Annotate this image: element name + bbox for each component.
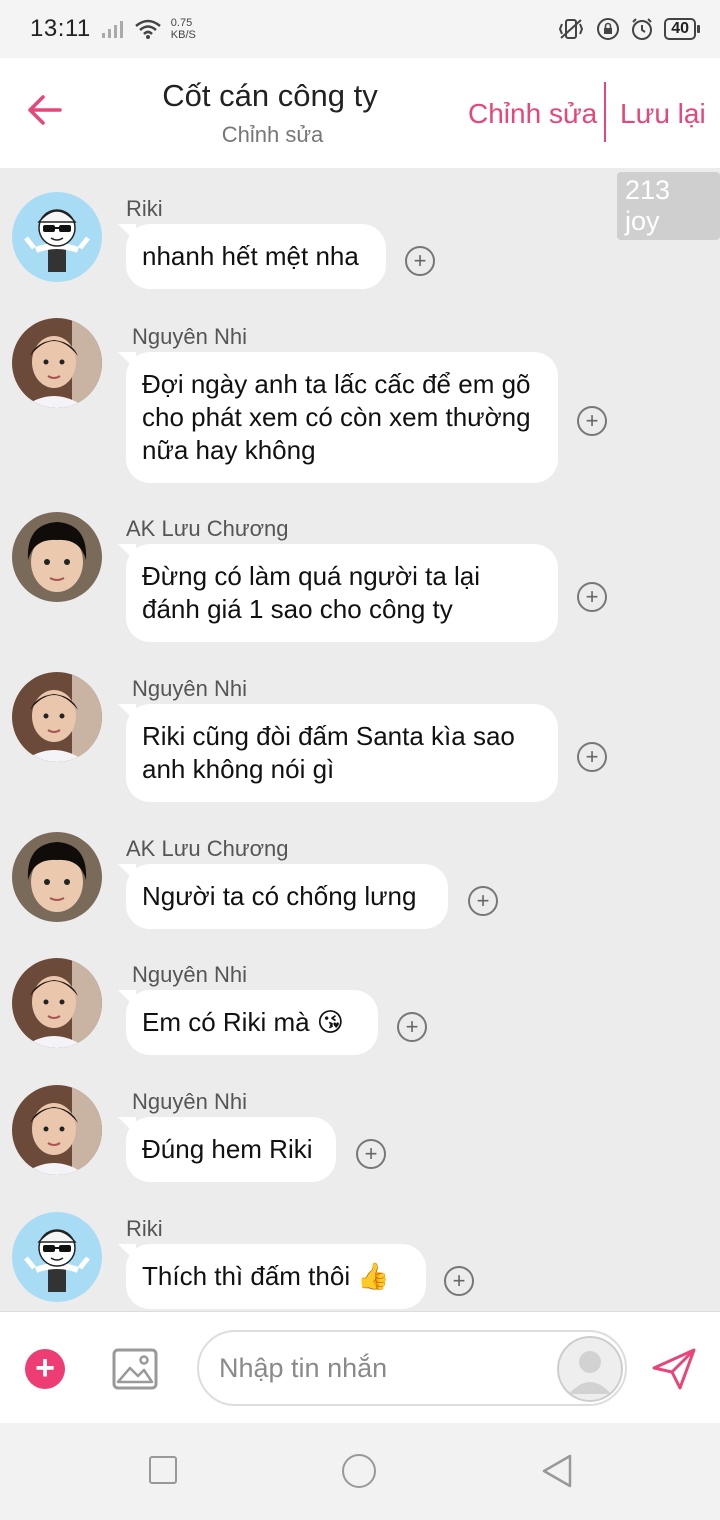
user-silhouette-icon	[557, 1336, 623, 1402]
image-icon	[112, 1348, 158, 1390]
message-bubble[interactable]: Em có Riki mà 😘	[126, 990, 378, 1055]
send-button[interactable]	[650, 1346, 698, 1392]
edit-button[interactable]: Chỉnh sửa	[468, 98, 597, 130]
page-title: Cốt cán công ty	[162, 78, 378, 113]
avatar-ak-luu-chuong[interactable]	[12, 512, 102, 602]
chat-header: Cốt cán công ty Chỉnh sửa Chỉnh sửa Lưu …	[0, 58, 720, 168]
save-button[interactable]: Lưu lại	[620, 98, 706, 130]
message-bubble[interactable]: Đúng hem Riki	[126, 1117, 336, 1182]
add-reaction-button[interactable]: +	[577, 742, 607, 772]
joy-badge: 213 joy	[617, 172, 720, 240]
add-reaction-button[interactable]: +	[356, 1139, 386, 1169]
cartoon-avatar-icon	[12, 1212, 102, 1302]
recent-apps-button[interactable]	[149, 1456, 177, 1484]
add-attachment-button[interactable]: +	[25, 1349, 65, 1389]
vibrate-icon	[559, 19, 584, 39]
boy-photo-avatar-icon	[12, 832, 102, 922]
status-bar: 13:11 0.75 KB/S 40	[0, 0, 720, 58]
message-sender: Riki	[126, 196, 163, 221]
message-sender: AK Lưu Chương	[126, 516, 289, 541]
add-reaction-button[interactable]: +	[444, 1266, 474, 1296]
wifi-icon	[134, 19, 161, 39]
add-reaction-button[interactable]: +	[577, 582, 607, 612]
avatar-nguyen-nhi[interactable]	[12, 318, 102, 408]
cartoon-avatar-icon	[12, 192, 102, 282]
boy-photo-avatar-icon	[12, 672, 102, 762]
message-list[interactable]: Riki nhanh hết mệt nha + Nguyên Nhi Đợi …	[0, 168, 720, 1311]
add-reaction-button[interactable]: +	[468, 886, 498, 916]
network-speed: 0.75 KB/S	[170, 17, 196, 41]
add-reaction-button[interactable]: +	[397, 1012, 427, 1042]
message-bubble[interactable]: Đừng có làm quá người ta lại đánh giá 1 …	[126, 544, 558, 642]
nav-back-button[interactable]	[540, 1453, 574, 1489]
message-bubble[interactable]: Người ta có chống lưng	[126, 864, 448, 929]
lock-rotation-icon	[597, 18, 620, 40]
message-bubble[interactable]: Thích thì đấm thôi 👍	[126, 1244, 426, 1309]
message-input[interactable]	[217, 1352, 541, 1385]
status-time: 13:11	[30, 15, 91, 42]
add-reaction-button[interactable]: +	[405, 246, 435, 276]
message-bubble[interactable]: Đợi ngày anh ta lấc cấc để em gõ cho phá…	[126, 352, 558, 483]
send-icon	[652, 1348, 696, 1390]
add-reaction-button[interactable]: +	[577, 406, 607, 436]
message-composer: +	[0, 1311, 720, 1424]
message-sender: Nguyên Nhi	[132, 676, 247, 701]
boy-photo-avatar-icon	[12, 318, 102, 408]
page-subtitle: Chỉnh sửa	[221, 122, 324, 147]
message-sender: Nguyên Nhi	[132, 1089, 247, 1114]
message-sender: Nguyên Nhi	[132, 962, 247, 987]
header-divider	[604, 82, 606, 142]
alarm-icon	[632, 18, 653, 40]
sticker-button[interactable]	[557, 1336, 623, 1402]
avatar-nguyen-nhi[interactable]	[12, 1085, 102, 1175]
avatar-riki[interactable]	[12, 192, 102, 282]
home-button[interactable]	[342, 1454, 376, 1488]
avatar-nguyen-nhi[interactable]	[12, 958, 102, 1048]
message-sender: Riki	[126, 1216, 163, 1241]
system-nav-bar	[0, 1423, 720, 1520]
avatar-ak-luu-chuong[interactable]	[12, 832, 102, 922]
boy-photo-avatar-icon	[12, 1085, 102, 1175]
message-input-wrapper	[197, 1330, 627, 1406]
message-bubble[interactable]: nhanh hết mệt nha	[126, 224, 386, 289]
signal-icon	[101, 21, 123, 38]
message-sender: AK Lưu Chương	[126, 836, 289, 861]
avatar-riki[interactable]	[12, 1212, 102, 1302]
boy-photo-avatar-icon	[12, 512, 102, 602]
message-bubble[interactable]: Riki cũng đòi đấm Santa kìa sao anh khôn…	[126, 704, 558, 802]
image-picker-button[interactable]	[112, 1348, 158, 1390]
avatar-nguyen-nhi[interactable]	[12, 672, 102, 762]
message-sender: Nguyên Nhi	[132, 324, 247, 349]
battery-icon: 40	[664, 18, 700, 40]
boy-photo-avatar-icon	[12, 958, 102, 1048]
